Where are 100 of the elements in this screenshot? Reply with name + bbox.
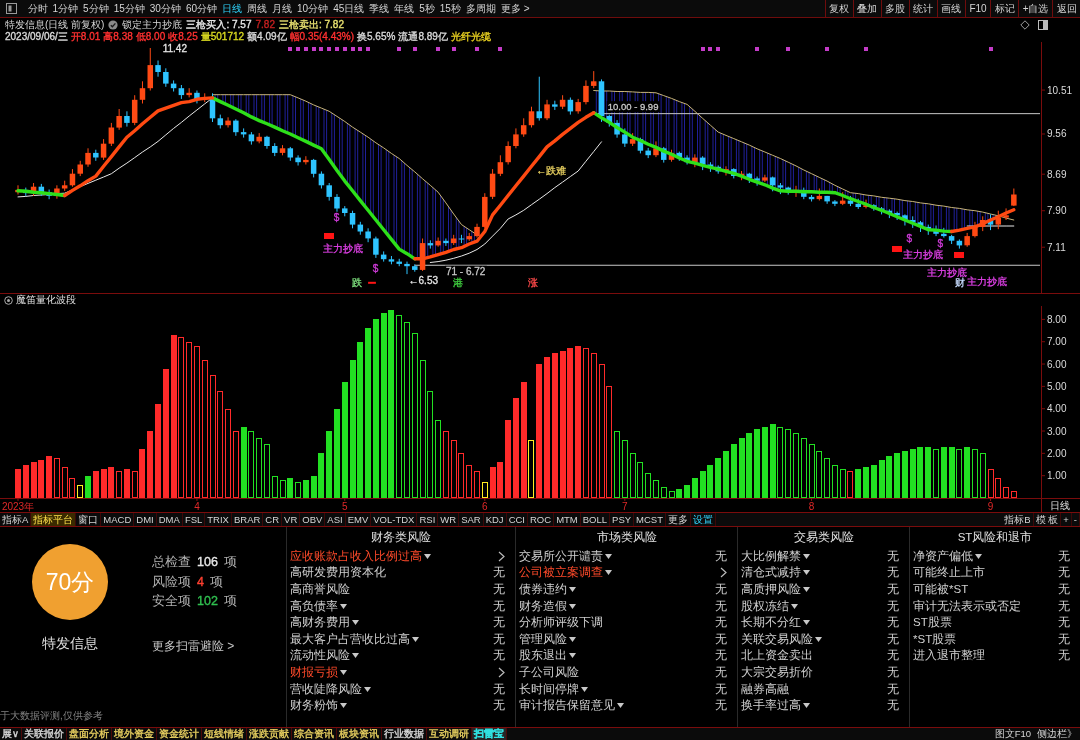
stat-unit: 项 — [209, 573, 223, 591]
quote-field: 光纤光缆 — [450, 30, 491, 42]
status-text: 无 — [715, 548, 727, 564]
axis-label: 1.00 — [1047, 470, 1067, 482]
status-text: 无 — [715, 681, 727, 697]
score-badge: 70分 — [32, 544, 108, 620]
signal-value: 7.82 — [255, 19, 275, 31]
quote-field: 额4.09亿 — [247, 30, 287, 42]
column-header: 市场类风险 — [595, 530, 658, 545]
period-label: 日线 — [1050, 499, 1070, 511]
column-header: 财务类风险 — [370, 530, 432, 545]
status-text: 无 — [715, 648, 727, 664]
status-text: 无 — [1058, 565, 1070, 581]
quote-field: 低8.00 — [135, 30, 166, 42]
chart-label: 财 — [954, 277, 965, 289]
status-text: 无 — [887, 565, 899, 581]
status-text: 无 — [493, 565, 505, 581]
quote-field: 2023/09/06/三 — [5, 30, 68, 42]
axis-label: 2.00 — [1047, 447, 1067, 459]
status-text: 无 — [715, 631, 727, 647]
chart-label: 主力抄底 — [967, 276, 1008, 288]
stat-count: 102 — [197, 593, 218, 610]
status-text: 无 — [887, 582, 899, 597]
axis-label: 9.56 — [1047, 128, 1067, 140]
quote-field: 收8.25 — [168, 30, 198, 42]
axis-label: 7 — [622, 500, 628, 512]
quote-field: 流通8.89亿 — [398, 30, 448, 42]
status-text: 无 — [1058, 631, 1070, 647]
chart-label: 跌 — [351, 277, 362, 289]
axis-label: 7.90 — [1047, 205, 1067, 217]
quote-field: 开8.01 — [70, 30, 101, 42]
status-text: 无 — [887, 648, 899, 664]
axis-label: 4 — [194, 500, 200, 512]
chart-label: $ — [333, 212, 340, 224]
chart-label: 11.42 — [162, 42, 187, 54]
status-text: 无 — [887, 698, 899, 714]
quote-field: 换5.65% — [357, 30, 396, 42]
chart-label: ←6.53 — [408, 275, 438, 287]
strategy-label: 锁定主力抄底 — [122, 19, 183, 31]
status-text: 无 — [887, 681, 899, 697]
status-text: 无 — [493, 615, 505, 631]
chart-label: ←跌难 — [536, 165, 567, 177]
status-text: 无 — [493, 631, 505, 647]
status-text: 无 — [887, 664, 899, 680]
status-text: 无 — [493, 698, 505, 714]
signal-value: 三枪买入: 7.57 — [186, 19, 252, 31]
indicator-title: 魔笛量化波段 — [16, 293, 76, 307]
status-text: 无 — [715, 598, 727, 614]
status-text: 无 — [1058, 615, 1070, 631]
chart-label: 港 — [452, 277, 463, 289]
axis-label: 4.00 — [1047, 403, 1067, 415]
axis-label: 6.00 — [1047, 358, 1067, 370]
status-text: 无 — [493, 681, 505, 697]
status-text: 无 — [1058, 598, 1070, 614]
axis-label: 8 — [808, 500, 815, 512]
axis-label: 8.00 — [1047, 313, 1067, 325]
chart-label: $ — [372, 262, 379, 274]
status-text: 无 — [493, 648, 505, 664]
status-text: 无 — [715, 582, 727, 597]
status-text: 无 — [715, 615, 727, 631]
chart-label: 涨 — [528, 277, 539, 289]
status-text: 无 — [493, 598, 505, 614]
quote-field: 量501712 — [200, 30, 245, 42]
status-text: 无 — [1058, 582, 1070, 597]
chart-label: 主力抄底 — [323, 243, 363, 255]
quote-field: 高8.38 — [103, 30, 133, 42]
quote-field: 幅0.35(4.43%) — [289, 30, 355, 42]
axis-label: 6 — [482, 500, 488, 512]
axis-label: 8.69 — [1047, 168, 1067, 180]
axis-label: 2023年 — [1, 500, 35, 512]
chart-label: 主力抄底 — [926, 267, 967, 279]
stat-unit: 项 — [223, 593, 237, 610]
stat-label: 风险项 — [152, 573, 191, 591]
stat-unit: 项 — [223, 554, 237, 571]
status-text: 无 — [887, 631, 899, 647]
status-text: 无 — [1058, 648, 1070, 664]
axis-label: 10.51 — [1047, 84, 1073, 96]
reference-label: 10.00 - 9.99 — [607, 101, 659, 113]
stock-title: 特发信息(日线 前复权) — [5, 19, 105, 30]
stat-label: 安全项 — [152, 593, 191, 610]
disclaimer-text: 于大数据评测,仅供参考 — [0, 709, 103, 723]
status-text: 无 — [1058, 548, 1070, 564]
chart-label: 71 - 6.72 — [445, 265, 486, 277]
status-text: 无 — [887, 548, 899, 564]
chart-label: 主力抄底 — [903, 249, 944, 261]
stat-count: 4 — [197, 573, 204, 591]
axis-label: 7.11 — [1047, 241, 1066, 253]
signal-value: 三枪卖出: 7.82 — [278, 19, 344, 31]
column-header: ST风险和退市 — [956, 530, 1034, 545]
stat-label: 总检查 — [152, 554, 191, 571]
chart-label: $ — [937, 237, 944, 249]
column-header: 交易类风险 — [792, 530, 855, 545]
axis-label: 9 — [987, 500, 994, 512]
axis-label: 5 — [342, 500, 348, 512]
stock-name: 特发信息 — [42, 635, 98, 653]
status-text: 无 — [887, 615, 899, 631]
chart-label: $ — [906, 232, 913, 244]
axis-label: 5.00 — [1047, 380, 1067, 392]
stat-count: 106 — [197, 554, 218, 571]
status-text: 无 — [493, 582, 505, 597]
